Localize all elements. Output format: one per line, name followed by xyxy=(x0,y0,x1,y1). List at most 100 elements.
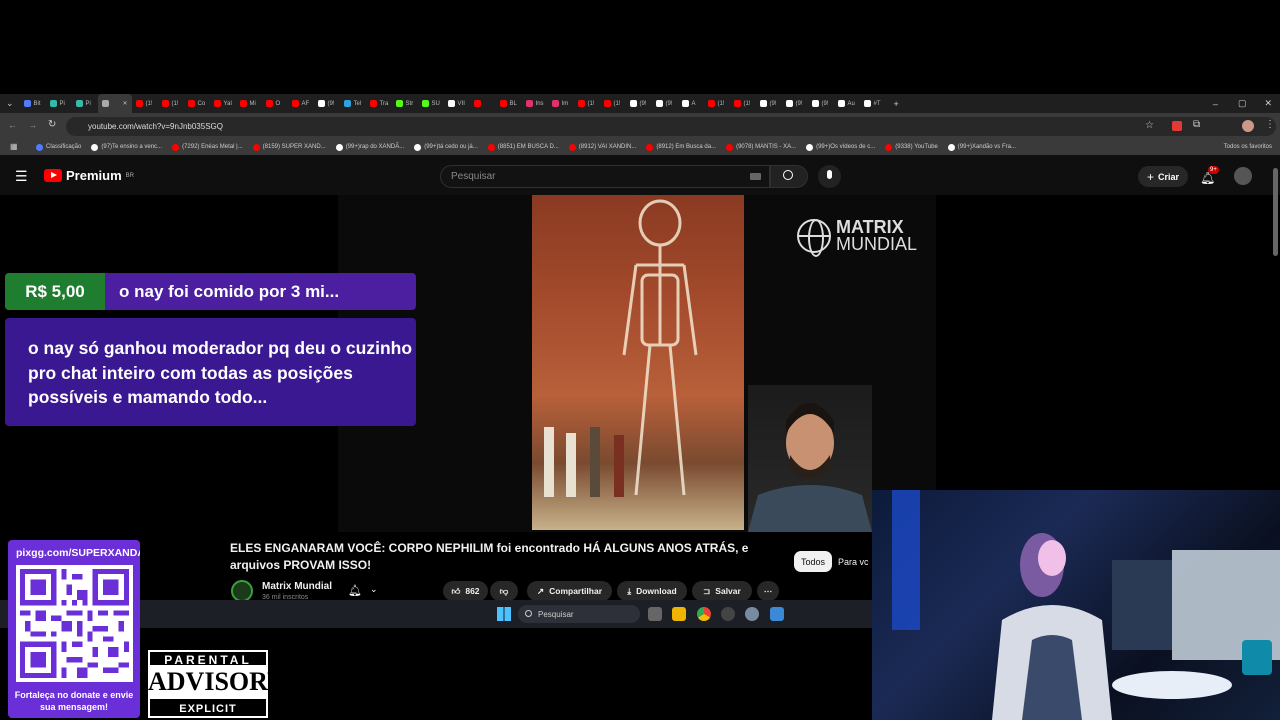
tab-label: (9! xyxy=(639,100,647,107)
taskbar-search[interactable]: Pesquisar xyxy=(518,605,640,623)
account-avatar[interactable] xyxy=(1234,167,1252,185)
bookmark-item[interactable]: (99+)tá cedo ou já... xyxy=(414,143,478,151)
more-actions-button[interactable]: ⋯ xyxy=(757,581,779,601)
address-bar[interactable]: youtube.com/watch?v=9nJnb035SGQ xyxy=(66,117,1276,136)
notification-bell-icon[interactable]: 🔔︎ xyxy=(348,584,362,597)
browser-tab[interactable]: (9! xyxy=(652,94,678,113)
bookmark-item[interactable]: (99+)Os vídeos de c... xyxy=(806,143,875,151)
tab-favicon-icon xyxy=(135,100,143,107)
apps-grid-icon[interactable]: ▦ xyxy=(10,142,18,151)
browser-tab[interactable]: (1! xyxy=(730,94,756,113)
browser-tab[interactable]: Yal xyxy=(210,94,236,113)
page-scrollbar[interactable] xyxy=(1273,168,1278,256)
search-button[interactable] xyxy=(770,165,808,188)
reload-icon[interactable]: ↻ xyxy=(48,119,56,130)
share-button[interactable]: ↗ Compartilhar xyxy=(527,581,612,601)
bookmark-item[interactable]: (99+)Xandão vs Fra... xyxy=(947,143,1016,151)
dislike-button[interactable]: 👎︎ xyxy=(490,581,518,601)
browser-tab[interactable]: (1! xyxy=(600,94,626,113)
browser-tab[interactable]: Ins xyxy=(522,94,548,113)
notifications-button[interactable]: 🔔︎ 9+ xyxy=(1200,166,1219,187)
chip-all[interactable]: Todos xyxy=(794,551,832,572)
browser-tab[interactable]: Im xyxy=(548,94,574,113)
channel-name[interactable]: Matrix Mundial xyxy=(262,581,332,592)
create-button[interactable]: + Criar xyxy=(1138,166,1188,187)
file-explorer-icon[interactable] xyxy=(672,607,686,621)
browser-tab[interactable]: Pi xyxy=(72,94,98,113)
settings-gear-icon[interactable] xyxy=(745,607,759,621)
browser-tab[interactable]: Str xyxy=(392,94,418,113)
browser-tab[interactable]: Pi xyxy=(46,94,72,113)
browser-tab[interactable]: ✕ xyxy=(97,94,132,113)
browser-tab[interactable]: (9! xyxy=(782,94,808,113)
tab-label: Pi xyxy=(85,100,91,107)
browser-tab[interactable]: A xyxy=(678,94,704,113)
browser-tab[interactable]: Au xyxy=(834,94,860,113)
new-tab-button[interactable]: + xyxy=(886,99,907,109)
chip-for-you[interactable]: Para vc xyxy=(838,551,872,572)
browser-tab[interactable]: (1! xyxy=(158,94,184,113)
tab-label: Yal xyxy=(223,100,232,107)
bookmark-item[interactable]: (8851) EM BUSCA D... xyxy=(487,143,559,151)
browser-tab[interactable]: Bit xyxy=(20,94,46,113)
bookmark-item[interactable]: (97)Te ensino a venc... xyxy=(91,143,162,151)
browser-tab[interactable]: AF xyxy=(288,94,314,113)
hamburger-menu-icon[interactable]: ☰ xyxy=(15,168,28,185)
menu-kebab-icon[interactable]: ⋮ xyxy=(1265,119,1275,130)
search-input[interactable]: Pesquisar xyxy=(440,165,770,188)
extensions-puzzle-icon[interactable]: ⧉ xyxy=(1193,119,1200,130)
bookmark-item[interactable]: Classificação xyxy=(36,143,81,151)
bookmark-item[interactable]: (8912) VAI XANDIN... xyxy=(568,143,636,151)
all-bookmarks-link[interactable]: Todos os favoritos xyxy=(1224,144,1280,150)
browser-tab[interactable]: (9! xyxy=(808,94,834,113)
browser-tab[interactable]: (9! xyxy=(626,94,652,113)
tab-close-icon[interactable]: ✕ xyxy=(123,100,128,107)
chrome-icon[interactable] xyxy=(697,607,711,621)
bookmark-item[interactable]: (9338) YouTube xyxy=(885,143,938,151)
browser-tab[interactable]: (1! xyxy=(704,94,730,113)
bookmark-star-icon[interactable]: ☆ xyxy=(1145,120,1154,131)
back-icon[interactable]: ← xyxy=(8,120,17,130)
tab-search-icon[interactable]: ⌄ xyxy=(0,98,20,109)
browser-tab[interactable]: VII xyxy=(444,94,470,113)
tab-favicon-icon xyxy=(551,100,559,107)
windows-start-icon[interactable] xyxy=(497,607,511,621)
browser-tab[interactable]: Mi xyxy=(236,94,262,113)
close-window-button[interactable]: ✕ xyxy=(1256,98,1280,109)
voice-search-button[interactable] xyxy=(818,165,841,188)
like-button[interactable]: 👍︎ 862 xyxy=(443,581,488,601)
browser-tab[interactable]: (1! xyxy=(132,94,158,113)
browser-tab[interactable]: BL xyxy=(496,94,522,113)
minimize-button[interactable]: – xyxy=(1203,99,1228,109)
browser-tab[interactable]: Tel xyxy=(340,94,366,113)
app-icon[interactable] xyxy=(721,607,735,621)
bookmark-item[interactable]: (7292) Enéas Metal |... xyxy=(172,143,243,151)
snipping-tool-icon[interactable] xyxy=(770,607,784,621)
maximize-button[interactable]: ▢ xyxy=(1228,98,1257,109)
download-button[interactable]: ⤓ Download xyxy=(617,581,687,601)
keyboard-icon[interactable] xyxy=(750,173,761,180)
channel-avatar[interactable] xyxy=(231,580,253,602)
profile-avatar[interactable] xyxy=(1242,120,1254,132)
bookmark-item[interactable]: (8159) SUPER XAND... xyxy=(252,143,326,151)
browser-tab[interactable]: #T xyxy=(860,94,886,113)
chevron-down-icon[interactable]: ⌄ xyxy=(370,584,378,595)
browser-tab[interactable]: O xyxy=(262,94,288,113)
stream-screen: ⌄ Bit Pi Pi ✕ (1! (1! Co Yal Mi O AF (9! Tel Tra Str SU… xyxy=(0,0,1280,720)
bookmark-item[interactable]: (99+)rap do XANDÃ... xyxy=(335,143,404,151)
browser-tab[interactable]: Tra xyxy=(366,94,392,113)
browser-tab[interactable]: (9! xyxy=(314,94,340,113)
extension-icon[interactable] xyxy=(1172,121,1182,131)
browser-tab[interactable]: (1! xyxy=(574,94,600,113)
browser-tab[interactable]: (9! xyxy=(756,94,782,113)
browser-tab[interactable]: Co xyxy=(184,94,210,113)
youtube-premium-logo[interactable]: Premium BR xyxy=(44,168,134,183)
forward-icon[interactable]: → xyxy=(28,120,37,130)
bookmark-item[interactable]: (9078) MANTIS - XA... xyxy=(726,143,796,151)
bookmark-item[interactable]: (8912) Em Busca da... xyxy=(646,143,716,151)
save-button[interactable]: ⊐ Salvar xyxy=(692,581,752,601)
task-view-icon[interactable] xyxy=(648,607,662,621)
browser-tab[interactable]: SU xyxy=(418,94,444,113)
plus-icon: + xyxy=(1146,169,1154,184)
browser-tab[interactable] xyxy=(470,94,496,113)
